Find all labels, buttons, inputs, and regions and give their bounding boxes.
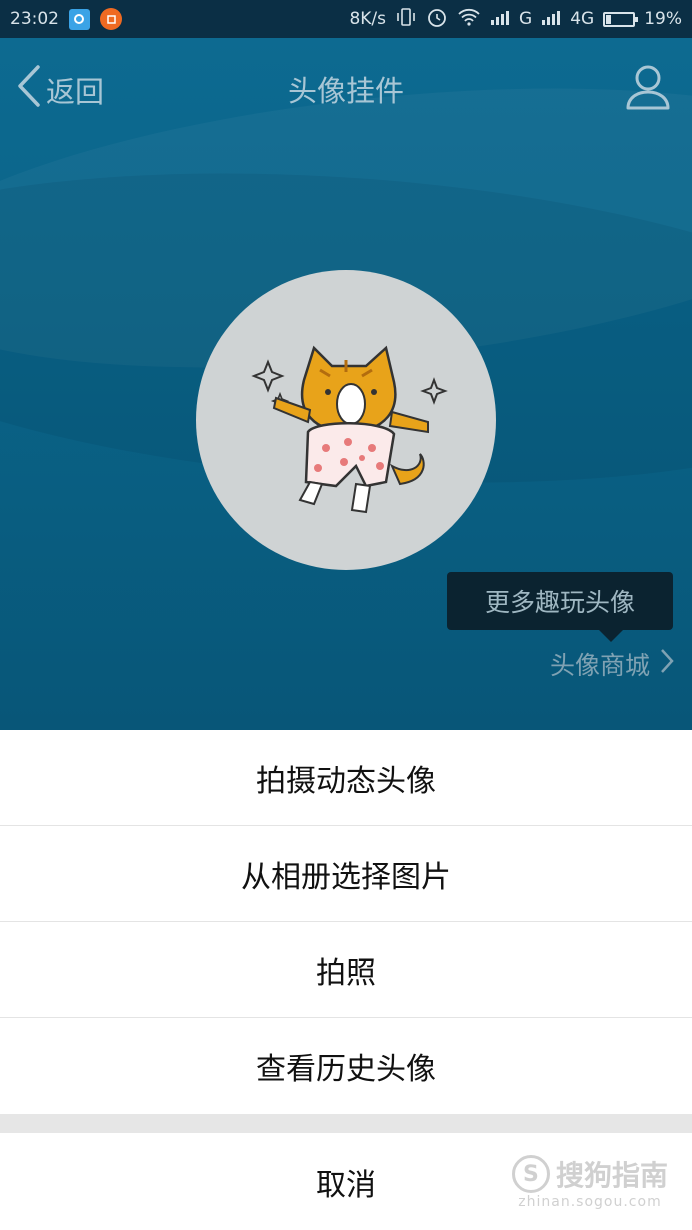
user-icon	[624, 65, 672, 114]
wifi-icon	[457, 8, 481, 31]
vibrate-icon	[395, 7, 417, 32]
choose-from-album-option[interactable]: 从相册选择图片	[0, 826, 692, 922]
view-history-avatars-option[interactable]: 查看历史头像	[0, 1018, 692, 1114]
avatar-shop-link[interactable]: 头像商城	[550, 646, 674, 682]
signal-icon-2	[541, 9, 561, 30]
network-speed: 8K/s	[349, 9, 387, 29]
app-notification-icon	[69, 8, 90, 30]
profile-button[interactable]	[624, 62, 672, 114]
cat-avatar-illustration	[251, 345, 448, 514]
alarm-icon	[426, 6, 448, 33]
watermark: S 搜狗指南 zhinan.sogou.com	[511, 1154, 668, 1210]
signal-icon	[490, 9, 510, 30]
status-time: 23:02	[10, 9, 59, 29]
navigation-bar: 返回 头像挂件	[0, 38, 692, 138]
avatar[interactable]	[196, 270, 496, 570]
sogou-logo-icon: S	[511, 1155, 550, 1193]
avatar-shop-label: 头像商城	[549, 651, 650, 680]
avatar-pendant-page: 返回 头像挂件 更多趣玩头像 头像商城	[0, 38, 692, 730]
battery-icon	[603, 11, 639, 27]
page-title: 头像挂件	[287, 74, 404, 108]
signal-type-4g: 4G	[570, 9, 595, 29]
sheet-separator	[0, 1114, 692, 1133]
status-bar: 23:02 8K/s G 4G 19%	[0, 0, 692, 38]
chevron-right-icon	[660, 648, 674, 680]
take-photo-option[interactable]: 拍照	[0, 922, 692, 1018]
record-animated-avatar-option[interactable]: 拍摄动态头像	[0, 730, 692, 826]
more-avatars-tooltip[interactable]: 更多趣玩头像	[447, 572, 673, 642]
battery-percent: 19%	[644, 9, 682, 29]
watermark-brand: 搜狗指南	[555, 1159, 668, 1192]
signal-type-g: G	[519, 9, 533, 29]
app-notification-icon-orange	[100, 8, 122, 30]
watermark-url: zhinan.sogou.com	[518, 1194, 662, 1210]
